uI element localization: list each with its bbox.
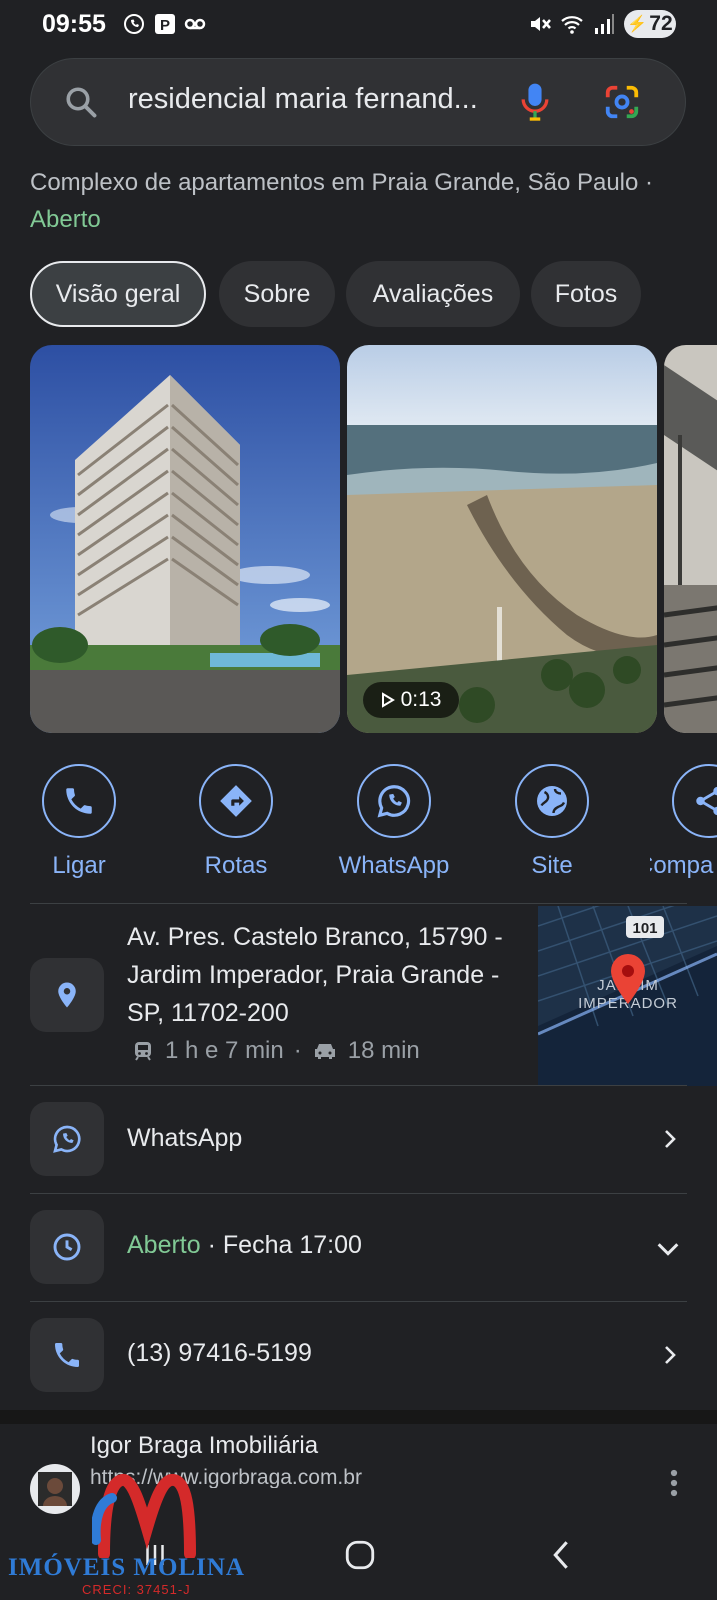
phone-icon [66,788,92,814]
directions-action-button[interactable]: Rotas [176,764,296,880]
transit-time: 1 h e 7 min [165,1037,284,1064]
hours-status: Aberto [127,1231,201,1259]
travel-times: 1 h e 7 min · 18 min [131,1037,420,1065]
globe-icon [537,786,567,816]
call-action-circle[interactable] [42,764,116,838]
voicemail-icon [184,18,206,30]
directions-action-circle[interactable] [199,764,273,838]
address-text[interactable]: Av. Pres. Castelo Branco, 15790 - Jardim… [127,918,517,1032]
terrace-image [664,345,717,733]
home-icon[interactable] [343,1538,377,1572]
play-icon [381,692,395,708]
section-separator [0,1410,717,1424]
back-icon[interactable] [548,1538,574,1572]
tab-label: Visão geral [55,279,181,308]
car-icon [314,1044,335,1059]
search-bar[interactable]: residencial maria fernand... [30,58,686,146]
open-status: Aberto [30,206,101,233]
svg-text:P: P [160,17,170,34]
tab-avaliacoes[interactable]: Avaliações [346,261,520,327]
place-description: Complexo de apartamentos em Praia Grande… [30,164,680,238]
share-action-circle[interactable] [672,764,717,838]
tab-visao-geral[interactable]: Visão geral [30,261,206,327]
result-title[interactable]: Igor Braga Imobiliária [90,1432,318,1460]
share-action-button[interactable]: Compa [650,764,717,880]
chevron-right-icon[interactable] [658,1343,682,1367]
whatsapp-row[interactable] [0,1086,717,1193]
whatsapp-icon [53,1125,81,1153]
chevron-right-icon[interactable] [658,1127,682,1151]
photo-building[interactable] [30,345,340,733]
tab-label: Sobre [243,279,311,308]
beach-image [347,345,657,733]
directions-icon [220,785,252,817]
website-action-circle[interactable] [515,764,589,838]
watermark-logo: IMÓVEIS MOLINA CRECI: 37451-J [8,1468,268,1600]
divider [30,903,687,904]
phone-row[interactable] [0,1302,717,1410]
chevron-down-icon[interactable] [654,1235,682,1263]
search-query[interactable]: residencial maria fernand... [128,83,528,116]
building-image [30,345,340,733]
tab-sobre[interactable]: Sobre [219,261,335,327]
video-duration-badge: 0:13 [363,682,459,718]
separator-dot: · [293,1037,302,1064]
website-action-label: Site [531,852,573,879]
whatsapp-notification-icon [124,14,144,34]
call-action-label: Ligar [52,852,106,879]
tab-label: Fotos [554,279,618,308]
photo-beach-video[interactable]: 0:13 [347,345,657,733]
phone-number: (13) 97416-5199 [127,1339,312,1367]
phone-icon-box [30,1318,104,1392]
mute-icon [531,17,551,31]
whatsapp-icon-box [30,1102,104,1176]
share-action-label: Compa [650,852,714,879]
share-icon [696,786,717,816]
hours-text: Aberto · Fecha 17:00 [127,1231,362,1260]
battery-indicator: ⚡ 72 [624,10,676,38]
call-action-button[interactable]: Ligar [19,764,139,880]
status-bar: 09:55 P ⚡ 72 [0,0,717,52]
microphone-icon[interactable] [519,81,551,123]
signal-icon [595,14,614,34]
transit-icon [135,1042,151,1061]
location-icon-box [30,958,104,1032]
hours-close: · Fecha 17:00 [200,1231,362,1259]
website-action-button[interactable]: Site [492,764,612,880]
parking-app-icon: P [155,14,175,34]
phone-icon [55,1343,79,1367]
tab-fotos[interactable]: Fotos [531,261,641,327]
location-pin-icon [58,982,76,1008]
place-type: Complexo de apartamentos em Praia Grande… [30,169,654,196]
whatsapp-action-label: WhatsApp [338,852,450,879]
search-icon[interactable] [63,84,99,120]
clock-icon [53,1233,81,1261]
wifi-icon [561,16,583,34]
directions-action-label: Rotas [204,852,268,879]
more-options-icon[interactable] [662,1468,686,1498]
map-image: 101 JARDIM IMPERADOR [538,906,717,1086]
watermark-brand: IMÓVEIS MOLINA [8,1554,245,1581]
video-duration: 0:13 [400,688,442,711]
clock-icon-box [30,1210,104,1284]
drive-time: 18 min [347,1037,420,1064]
whatsapp-action-circle[interactable] [357,764,431,838]
whatsapp-action-button[interactable]: WhatsApp [334,764,454,880]
whatsapp-row-label: WhatsApp [127,1124,243,1152]
google-lens-icon[interactable] [603,83,641,121]
photo-terrace[interactable] [664,345,717,733]
status-time: 09:55 [42,10,106,38]
map-road-label: 101 [632,920,657,937]
watermark-creci: CRECI: 37451-J [82,1582,191,1597]
molina-m-logo-icon [92,1474,196,1558]
map-thumbnail[interactable]: 101 JARDIM IMPERADOR [538,906,717,1086]
tab-label: Avaliações [372,279,494,308]
whatsapp-icon [377,785,411,818]
